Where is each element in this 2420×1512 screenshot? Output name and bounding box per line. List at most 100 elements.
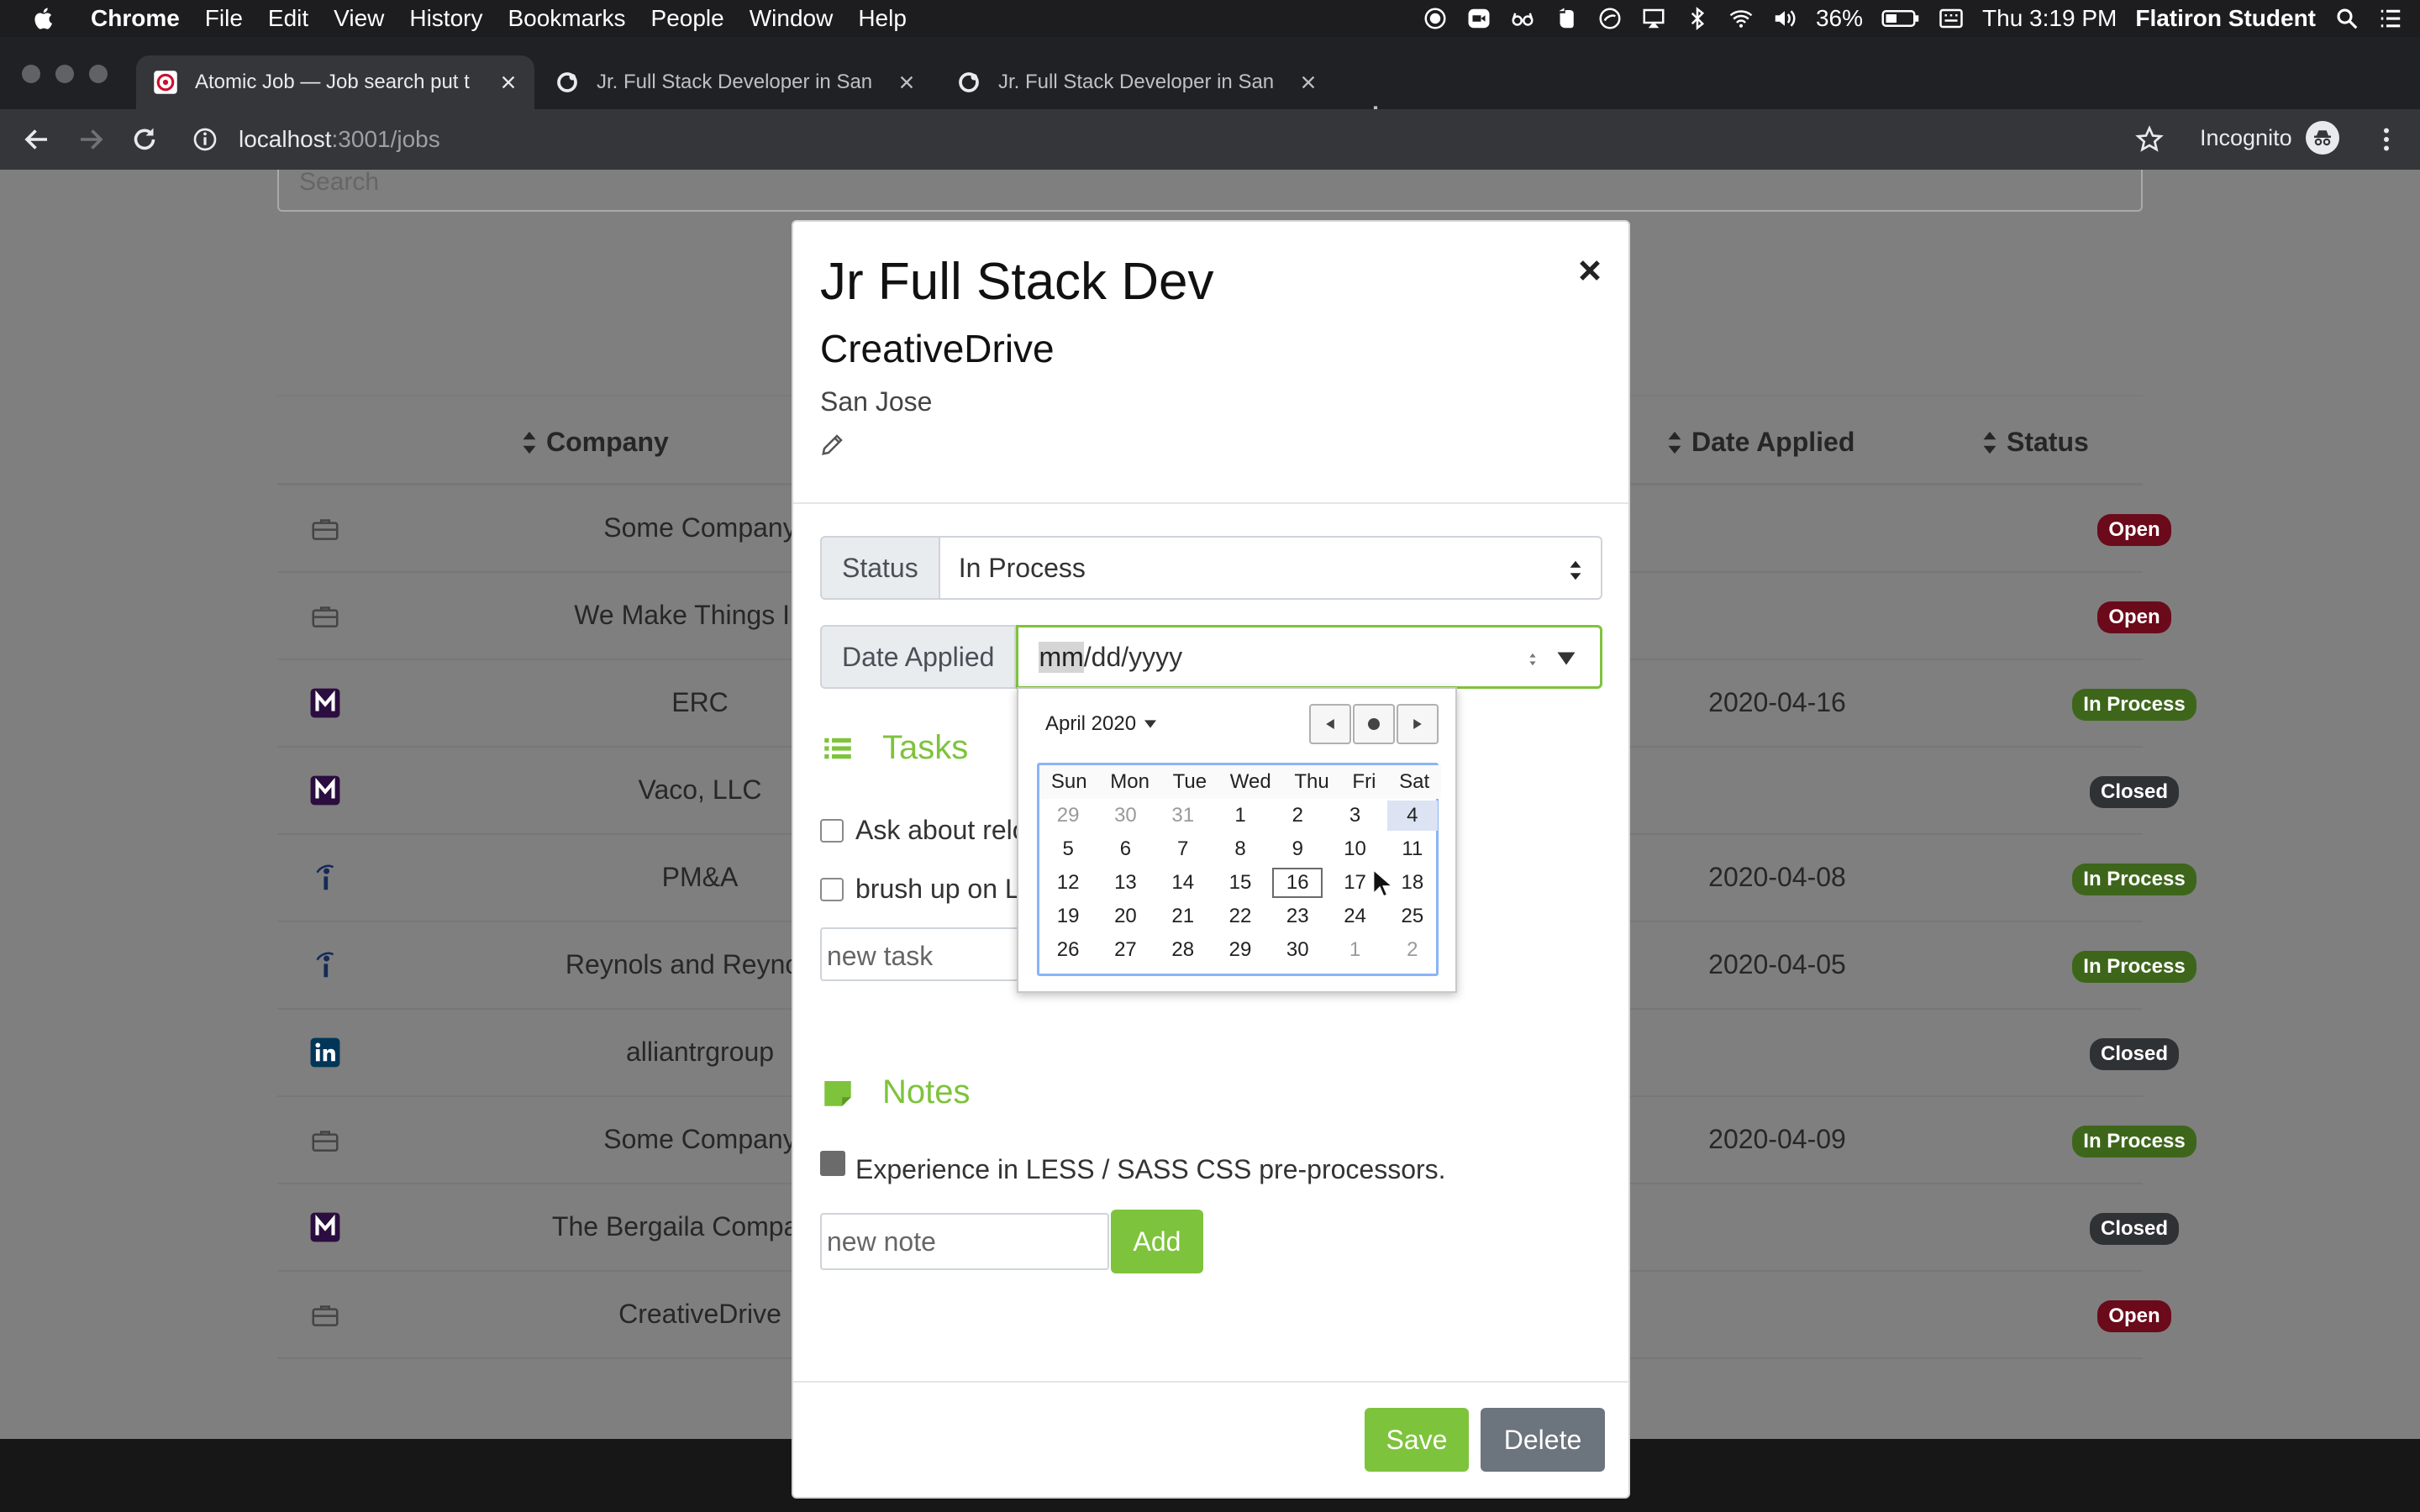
calendar-day[interactable]: 16 bbox=[1272, 868, 1323, 898]
calendar-day[interactable]: 4 bbox=[1386, 801, 1438, 831]
tab-atomic-job[interactable]: Atomic Job — Job search put t bbox=[136, 55, 534, 109]
notification-center-icon[interactable] bbox=[2378, 6, 2403, 31]
close-modal-icon[interactable] bbox=[1573, 254, 1607, 287]
menu-people[interactable]: People bbox=[651, 5, 724, 32]
today-button[interactable] bbox=[1353, 704, 1395, 744]
calendar-day[interactable]: 2 bbox=[1272, 801, 1323, 831]
new-note-input[interactable]: new note bbox=[820, 1213, 1109, 1270]
incognito-indicator[interactable]: Incognito bbox=[2200, 121, 2339, 155]
close-tab-icon[interactable] bbox=[494, 68, 523, 97]
calendar-day[interactable]: 10 bbox=[1330, 834, 1381, 864]
user-name[interactable]: Flatiron Student bbox=[2135, 5, 2316, 32]
bookmark-star-icon[interactable] bbox=[2134, 124, 2165, 155]
calendar-day[interactable]: 15 bbox=[1215, 868, 1265, 898]
chrome-menu-icon[interactable] bbox=[2371, 124, 2402, 155]
calendar-day[interactable]: 8 bbox=[1215, 834, 1265, 864]
date-dropdown-arrow-icon[interactable] bbox=[1556, 651, 1576, 666]
jobs-search-input[interactable]: Search bbox=[277, 170, 2143, 212]
apple-logo-icon[interactable] bbox=[32, 6, 57, 31]
keyboard-icon[interactable] bbox=[1939, 6, 1964, 31]
calendar-day[interactable]: 9 bbox=[1272, 834, 1323, 864]
volume-icon[interactable] bbox=[1772, 6, 1797, 31]
column-header-date-applied[interactable]: Date Applied bbox=[1666, 427, 1854, 458]
calendar-day[interactable]: 6 bbox=[1100, 834, 1150, 864]
menu-app-chrome[interactable]: Chrome bbox=[91, 5, 180, 32]
menu-bookmarks[interactable]: Bookmarks bbox=[508, 5, 625, 32]
tab-title: Jr. Full Stack Developer in San bbox=[998, 71, 1275, 93]
close-tab-icon[interactable] bbox=[892, 68, 921, 97]
date-stepper-icon[interactable] bbox=[1528, 651, 1538, 668]
calendar-day[interactable]: 27 bbox=[1100, 935, 1150, 965]
calendar-day[interactable]: 22 bbox=[1215, 901, 1265, 932]
calendar-day[interactable]: 24 bbox=[1330, 901, 1381, 932]
save-button[interactable]: Save bbox=[1365, 1408, 1469, 1472]
address-bar[interactable]: localhost:3001/jobs bbox=[175, 114, 2213, 165]
back-arrow-icon[interactable] bbox=[22, 124, 52, 155]
sync-icon[interactable] bbox=[1597, 6, 1623, 31]
battery-icon[interactable] bbox=[1881, 6, 1920, 31]
close-tab-icon[interactable] bbox=[1294, 68, 1323, 97]
spotlight-search-icon[interactable] bbox=[2334, 6, 2360, 31]
calendar-day[interactable]: 28 bbox=[1158, 935, 1208, 965]
calendar-day[interactable]: 2 bbox=[1387, 935, 1438, 965]
menu-history[interactable]: History bbox=[409, 5, 482, 32]
calendar-day[interactable]: 29 bbox=[1043, 801, 1093, 831]
site-info-icon[interactable] bbox=[192, 126, 218, 153]
calendar-day[interactable]: 18 bbox=[1387, 868, 1438, 898]
calendar-day[interactable]: 14 bbox=[1158, 868, 1208, 898]
menu-file[interactable]: File bbox=[205, 5, 243, 32]
calendar-day[interactable]: 20 bbox=[1100, 901, 1150, 932]
glasses-icon[interactable] bbox=[1510, 6, 1535, 31]
status-select[interactable]: In Process bbox=[939, 536, 1602, 600]
airplay-icon[interactable] bbox=[1641, 6, 1666, 31]
close-window-button[interactable] bbox=[22, 65, 40, 83]
calendar-day[interactable]: 7 bbox=[1158, 834, 1208, 864]
bluetooth-icon[interactable] bbox=[1685, 6, 1710, 31]
menu-window[interactable]: Window bbox=[750, 5, 834, 32]
calendar-day[interactable]: 25 bbox=[1387, 901, 1438, 932]
column-header-status[interactable]: Status bbox=[1981, 427, 2089, 458]
delete-button[interactable]: Delete bbox=[1481, 1408, 1605, 1472]
calendar-day[interactable]: 26 bbox=[1043, 935, 1093, 965]
calendar-day[interactable]: 1 bbox=[1330, 935, 1381, 965]
task-checkbox[interactable] bbox=[820, 877, 844, 901]
add-note-button[interactable]: Add bbox=[1111, 1210, 1203, 1273]
task-checkbox[interactable] bbox=[820, 818, 844, 843]
calendar-day[interactable]: 1 bbox=[1215, 801, 1265, 831]
tab-job-listing-2[interactable]: Jr. Full Stack Developer in San bbox=[939, 55, 1334, 109]
month-selector[interactable]: April 2020 bbox=[1045, 712, 1157, 736]
reload-icon[interactable] bbox=[129, 124, 160, 155]
next-month-button[interactable] bbox=[1397, 704, 1439, 744]
zoom-video-icon[interactable] bbox=[1466, 6, 1491, 31]
evernote-icon[interactable] bbox=[1554, 6, 1579, 31]
calendar-day[interactable]: 31 bbox=[1158, 801, 1208, 831]
record-icon[interactable] bbox=[1423, 6, 1448, 31]
calendar-day[interactable]: 29 bbox=[1215, 935, 1265, 965]
minimize-window-button[interactable] bbox=[55, 65, 74, 83]
forward-arrow-icon[interactable] bbox=[76, 124, 106, 155]
date-applied-cell: 2020-04-09 bbox=[1708, 1124, 1846, 1154]
date-month-segment[interactable]: mm bbox=[1039, 641, 1084, 673]
calendar-day[interactable]: 12 bbox=[1043, 868, 1093, 898]
note-marker[interactable] bbox=[820, 1151, 845, 1176]
date-applied-input[interactable]: mm/dd/yyyy bbox=[1016, 625, 1603, 689]
calendar-day[interactable]: 30 bbox=[1272, 935, 1323, 965]
edit-pencil-icon[interactable] bbox=[820, 432, 845, 457]
column-header-company[interactable]: Company bbox=[521, 427, 669, 458]
calendar-day[interactable]: 11 bbox=[1387, 834, 1438, 864]
wifi-icon[interactable] bbox=[1728, 6, 1754, 31]
clock[interactable]: Thu 3:19 PM bbox=[1982, 5, 2117, 32]
menu-edit[interactable]: Edit bbox=[268, 5, 308, 32]
calendar-day[interactable]: 13 bbox=[1100, 868, 1150, 898]
prev-month-button[interactable] bbox=[1309, 704, 1351, 744]
calendar-day[interactable]: 5 bbox=[1043, 834, 1093, 864]
calendar-day[interactable]: 23 bbox=[1272, 901, 1323, 932]
calendar-day[interactable]: 3 bbox=[1330, 801, 1381, 831]
zoom-window-button[interactable] bbox=[89, 65, 108, 83]
tab-job-listing-1[interactable]: Jr. Full Stack Developer in San bbox=[538, 55, 933, 109]
calendar-day[interactable]: 19 bbox=[1043, 901, 1093, 932]
calendar-day[interactable]: 30 bbox=[1100, 801, 1150, 831]
calendar-day[interactable]: 21 bbox=[1158, 901, 1208, 932]
menu-view[interactable]: View bbox=[334, 5, 384, 32]
menu-help[interactable]: Help bbox=[858, 5, 907, 32]
